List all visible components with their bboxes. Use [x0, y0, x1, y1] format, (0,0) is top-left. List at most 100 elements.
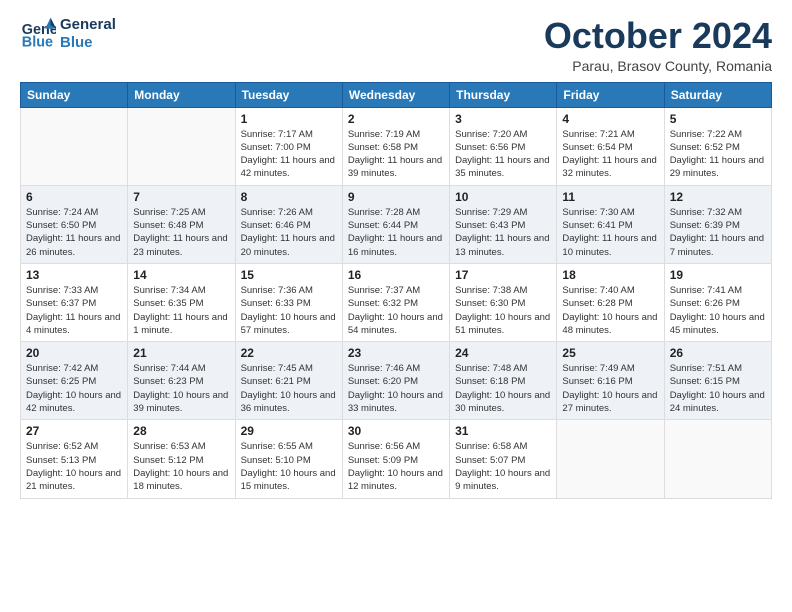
- day-number: 10: [455, 190, 551, 204]
- day-number: 28: [133, 424, 229, 438]
- day-header-friday: Friday: [557, 82, 664, 107]
- calendar-cell: 23 Sunrise: 7:46 AMSunset: 6:20 PMDayligh…: [342, 342, 449, 420]
- calendar-cell: 15Sunrise: 7:36 AMSunset: 6:33 PMDayligh…: [235, 263, 342, 341]
- day-detail: Sunrise: 7:21 AMSunset: 6:54 PMDaylight:…: [562, 128, 658, 181]
- day-detail: Sunrise: 7:42 AMSunset: 6:25 PMDaylight:…: [26, 362, 122, 415]
- calendar-cell: 10Sunrise: 7:29 AMSunset: 6:43 PMDayligh…: [450, 185, 557, 263]
- day-number: 2: [348, 112, 444, 126]
- day-detail: Sunrise: 7:17 AMSunset: 7:00 PMDaylight:…: [241, 128, 337, 181]
- day-detail: Sunrise: 7:25 AMSunset: 6:48 PMDaylight:…: [133, 206, 229, 259]
- calendar-cell: 2 Sunrise: 7:19 AMSunset: 6:58 PMDaylight…: [342, 107, 449, 185]
- day-number: 14: [133, 268, 229, 282]
- day-number: 7: [133, 190, 229, 204]
- page: General Blue General Blue October 2024 P…: [0, 0, 792, 612]
- header: General Blue General Blue October 2024 P…: [20, 16, 772, 74]
- day-number: 18: [562, 268, 658, 282]
- day-detail: Sunrise: 7:22 AMSunset: 6:52 PMDaylight:…: [670, 128, 766, 181]
- day-number: 13: [26, 268, 122, 282]
- day-header-thursday: Thursday: [450, 82, 557, 107]
- calendar-cell: 25Sunrise: 7:49 AMSunset: 6:16 PMDayligh…: [557, 342, 664, 420]
- day-number: 8: [241, 190, 337, 204]
- calendar-cell: 18Sunrise: 7:40 AMSunset: 6:28 PMDayligh…: [557, 263, 664, 341]
- day-detail: Sunrise: 7:19 AMSunset: 6:58 PMDaylight:…: [348, 128, 444, 181]
- day-number: 11: [562, 190, 658, 204]
- calendar-cell: 16 Sunrise: 7:37 AMSunset: 6:32 PMDayligh…: [342, 263, 449, 341]
- day-number: 27: [26, 424, 122, 438]
- subtitle: Parau, Brasov County, Romania: [544, 58, 772, 74]
- calendar-cell: 14 Sunrise: 7:34 AMSunset: 6:35 PMDayligh…: [128, 263, 235, 341]
- calendar-cell: 4 Sunrise: 7:21 AMSunset: 6:54 PMDaylight…: [557, 107, 664, 185]
- calendar-cell: [21, 107, 128, 185]
- logo-icon: General Blue: [20, 16, 56, 52]
- day-detail: Sunrise: 6:56 AMSunset: 5:09 PMDaylight:…: [348, 440, 444, 493]
- day-detail: Sunrise: 6:55 AMSunset: 5:10 PMDaylight:…: [241, 440, 337, 493]
- logo: General Blue General Blue: [20, 16, 116, 52]
- day-detail: Sunrise: 7:32 AMSunset: 6:39 PMDaylight:…: [670, 206, 766, 259]
- calendar-week-1: 1 Sunrise: 7:17 AMSunset: 7:00 PMDaylight…: [21, 107, 772, 185]
- day-number: 9: [348, 190, 444, 204]
- day-detail: Sunrise: 6:52 AMSunset: 5:13 PMDaylight:…: [26, 440, 122, 493]
- day-number: 23: [348, 346, 444, 360]
- calendar-cell: 22 Sunrise: 7:45 AMSunset: 6:21 PMDayligh…: [235, 342, 342, 420]
- day-number: 31: [455, 424, 551, 438]
- day-header-wednesday: Wednesday: [342, 82, 449, 107]
- day-detail: Sunrise: 7:49 AMSunset: 6:16 PMDaylight:…: [562, 362, 658, 415]
- day-number: 4: [562, 112, 658, 126]
- calendar-cell: 9 Sunrise: 7:28 AMSunset: 6:44 PMDaylight…: [342, 185, 449, 263]
- day-detail: Sunrise: 7:26 AMSunset: 6:46 PMDaylight:…: [241, 206, 337, 259]
- day-number: 26: [670, 346, 766, 360]
- day-detail: Sunrise: 7:51 AMSunset: 6:15 PMDaylight:…: [670, 362, 766, 415]
- day-number: 19: [670, 268, 766, 282]
- logo-text-general: General: [60, 16, 116, 34]
- calendar-cell: 17 Sunrise: 7:38 AMSunset: 6:30 PMDayligh…: [450, 263, 557, 341]
- calendar-cell: [557, 420, 664, 498]
- day-detail: Sunrise: 7:30 AMSunset: 6:41 PMDaylight:…: [562, 206, 658, 259]
- day-number: 12: [670, 190, 766, 204]
- calendar-cell: 1 Sunrise: 7:17 AMSunset: 7:00 PMDaylight…: [235, 107, 342, 185]
- day-detail: Sunrise: 7:38 AMSunset: 6:30 PMDaylight:…: [455, 284, 551, 337]
- day-detail: Sunrise: 7:34 AMSunset: 6:35 PMDaylight:…: [133, 284, 229, 337]
- title-block: October 2024 Parau, Brasov County, Roman…: [544, 16, 772, 74]
- day-detail: Sunrise: 7:46 AMSunset: 6:20 PMDaylight:…: [348, 362, 444, 415]
- calendar-cell: 11 Sunrise: 7:30 AMSunset: 6:41 PMDayligh…: [557, 185, 664, 263]
- day-number: 3: [455, 112, 551, 126]
- day-detail: Sunrise: 7:37 AMSunset: 6:32 PMDaylight:…: [348, 284, 444, 337]
- day-detail: Sunrise: 7:20 AMSunset: 6:56 PMDaylight:…: [455, 128, 551, 181]
- calendar-cell: 29Sunrise: 6:55 AMSunset: 5:10 PMDayligh…: [235, 420, 342, 498]
- day-detail: Sunrise: 7:44 AMSunset: 6:23 PMDaylight:…: [133, 362, 229, 415]
- calendar-cell: [128, 107, 235, 185]
- svg-text:Blue: Blue: [22, 35, 53, 51]
- calendar-cell: 20Sunrise: 7:42 AMSunset: 6:25 PMDayligh…: [21, 342, 128, 420]
- day-detail: Sunrise: 7:28 AMSunset: 6:44 PMDaylight:…: [348, 206, 444, 259]
- day-number: 1: [241, 112, 337, 126]
- day-detail: Sunrise: 7:41 AMSunset: 6:26 PMDaylight:…: [670, 284, 766, 337]
- calendar-cell: 30 Sunrise: 6:56 AMSunset: 5:09 PMDayligh…: [342, 420, 449, 498]
- calendar-cell: 13 Sunrise: 7:33 AMSunset: 6:37 PMDayligh…: [21, 263, 128, 341]
- day-number: 17: [455, 268, 551, 282]
- calendar-cell: 21 Sunrise: 7:44 AMSunset: 6:23 PMDayligh…: [128, 342, 235, 420]
- day-number: 22: [241, 346, 337, 360]
- day-number: 30: [348, 424, 444, 438]
- day-detail: Sunrise: 7:36 AMSunset: 6:33 PMDaylight:…: [241, 284, 337, 337]
- day-header-monday: Monday: [128, 82, 235, 107]
- calendar-cell: 27 Sunrise: 6:52 AMSunset: 5:13 PMDayligh…: [21, 420, 128, 498]
- day-number: 21: [133, 346, 229, 360]
- calendar-cell: 12 Sunrise: 7:32 AMSunset: 6:39 PMDayligh…: [664, 185, 771, 263]
- day-detail: Sunrise: 7:33 AMSunset: 6:37 PMDaylight:…: [26, 284, 122, 337]
- day-header-tuesday: Tuesday: [235, 82, 342, 107]
- calendar-week-4: 20Sunrise: 7:42 AMSunset: 6:25 PMDayligh…: [21, 342, 772, 420]
- calendar-week-5: 27 Sunrise: 6:52 AMSunset: 5:13 PMDayligh…: [21, 420, 772, 498]
- calendar: SundayMondayTuesdayWednesdayThursdayFrid…: [20, 82, 772, 499]
- calendar-cell: 7 Sunrise: 7:25 AMSunset: 6:48 PMDaylight…: [128, 185, 235, 263]
- calendar-week-2: 6Sunrise: 7:24 AMSunset: 6:50 PMDaylight…: [21, 185, 772, 263]
- calendar-cell: 31 Sunrise: 6:58 AMSunset: 5:07 PMDayligh…: [450, 420, 557, 498]
- logo-text-blue: Blue: [60, 34, 116, 52]
- day-detail: Sunrise: 7:48 AMSunset: 6:18 PMDaylight:…: [455, 362, 551, 415]
- month-title: October 2024: [544, 16, 772, 56]
- calendar-cell: 8 Sunrise: 7:26 AMSunset: 6:46 PMDaylight…: [235, 185, 342, 263]
- calendar-cell: [664, 420, 771, 498]
- day-number: 16: [348, 268, 444, 282]
- day-header-sunday: Sunday: [21, 82, 128, 107]
- day-detail: Sunrise: 7:45 AMSunset: 6:21 PMDaylight:…: [241, 362, 337, 415]
- day-detail: Sunrise: 6:58 AMSunset: 5:07 PMDaylight:…: [455, 440, 551, 493]
